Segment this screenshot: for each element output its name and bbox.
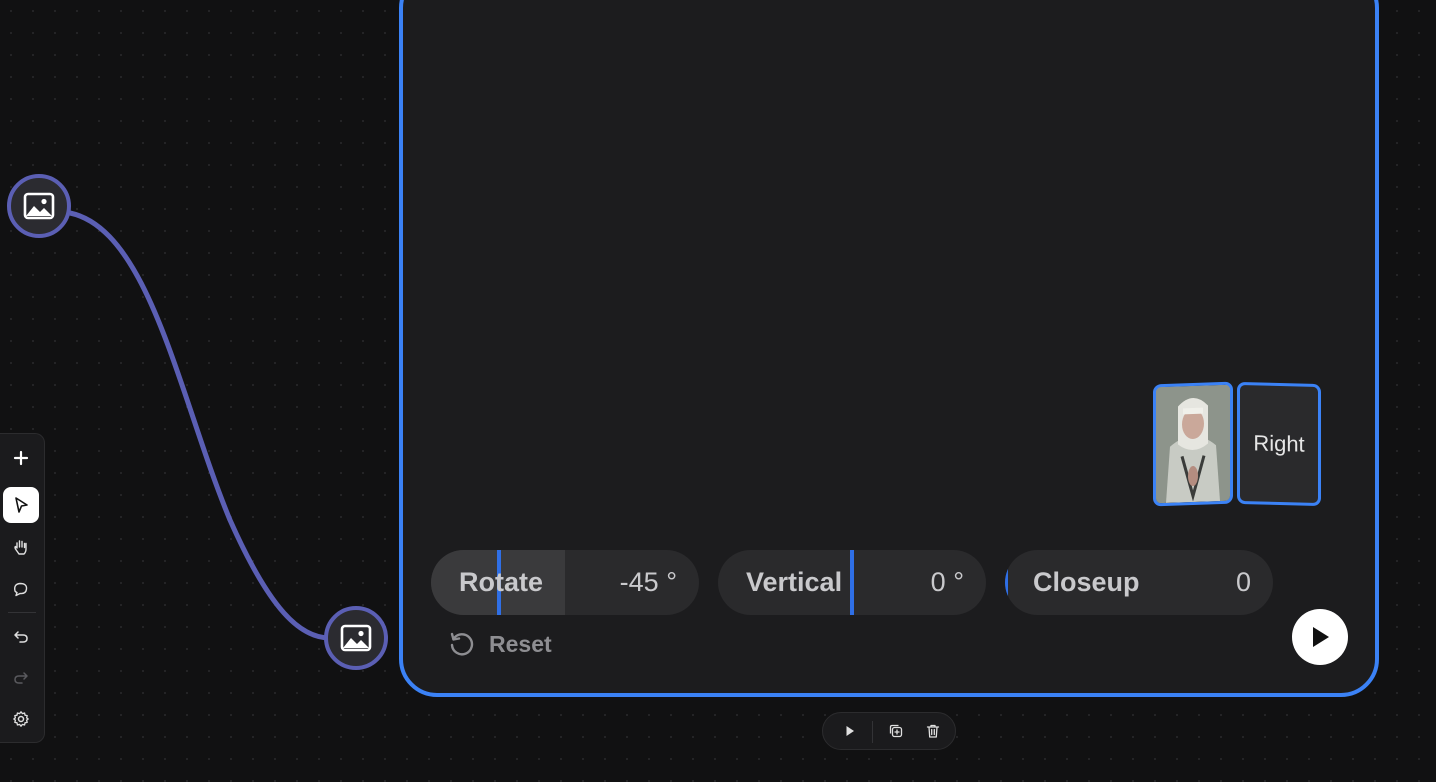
add-tool[interactable]: [3, 440, 39, 476]
source-image-node[interactable]: [7, 174, 71, 238]
comment-tool[interactable]: [3, 571, 39, 607]
vertical-value: 0 °: [930, 567, 964, 597]
undo-icon: [14, 631, 28, 643]
run-node-button[interactable]: [840, 721, 860, 741]
pan-tool[interactable]: [3, 529, 39, 565]
settings-button[interactable]: [3, 701, 39, 737]
cube-face-label: Right: [1253, 430, 1305, 457]
camera-view-cube[interactable]: Right: [1153, 381, 1323, 509]
duplicate-icon: [889, 724, 903, 738]
closeup-slider[interactable]: Closeup 0: [1005, 550, 1273, 615]
cube-face-right[interactable]: Right: [1237, 381, 1321, 507]
rotate-label: Rotate: [459, 567, 544, 597]
undo-button[interactable]: [3, 618, 39, 654]
reset-button[interactable]: Reset: [447, 630, 552, 658]
pointer-icon: [15, 497, 28, 513]
generate-play-button[interactable]: [1292, 609, 1348, 665]
action-divider: [872, 721, 873, 743]
image-icon: [340, 624, 372, 652]
vertical-label: Vertical: [746, 567, 843, 597]
reset-label: Reset: [489, 630, 552, 657]
delete-node-button[interactable]: [923, 721, 943, 741]
duplicate-node-button[interactable]: [886, 721, 906, 741]
trash-icon: [926, 724, 940, 738]
plus-icon: [13, 450, 29, 466]
gear-icon: [13, 711, 29, 727]
node-action-bar: [822, 712, 956, 750]
select-tool[interactable]: [3, 487, 39, 523]
play-icon: [1313, 627, 1329, 647]
image-icon: [23, 192, 55, 220]
closeup-value: 0: [1235, 567, 1251, 597]
portrait-thumbnail: [1156, 384, 1230, 504]
node-connection-edge: [69, 210, 331, 641]
reset-icon: [450, 632, 474, 656]
cube-face-front[interactable]: [1153, 381, 1233, 507]
left-toolbar: [0, 433, 45, 743]
toolbar-divider: [8, 612, 36, 613]
vertical-slider-thumb[interactable]: [850, 550, 854, 615]
redo-icon: [14, 672, 28, 684]
chat-icon: [14, 582, 28, 597]
play-icon: [846, 726, 854, 736]
rotate-value: -45 °: [619, 567, 677, 597]
vertical-slider[interactable]: Vertical 0 °: [718, 550, 986, 615]
closeup-label: Closeup: [1033, 567, 1140, 597]
hand-icon: [14, 540, 27, 555]
redo-button[interactable]: [3, 659, 39, 695]
target-image-node[interactable]: [324, 606, 388, 670]
rotate-slider[interactable]: Rotate -45 °: [431, 550, 699, 615]
